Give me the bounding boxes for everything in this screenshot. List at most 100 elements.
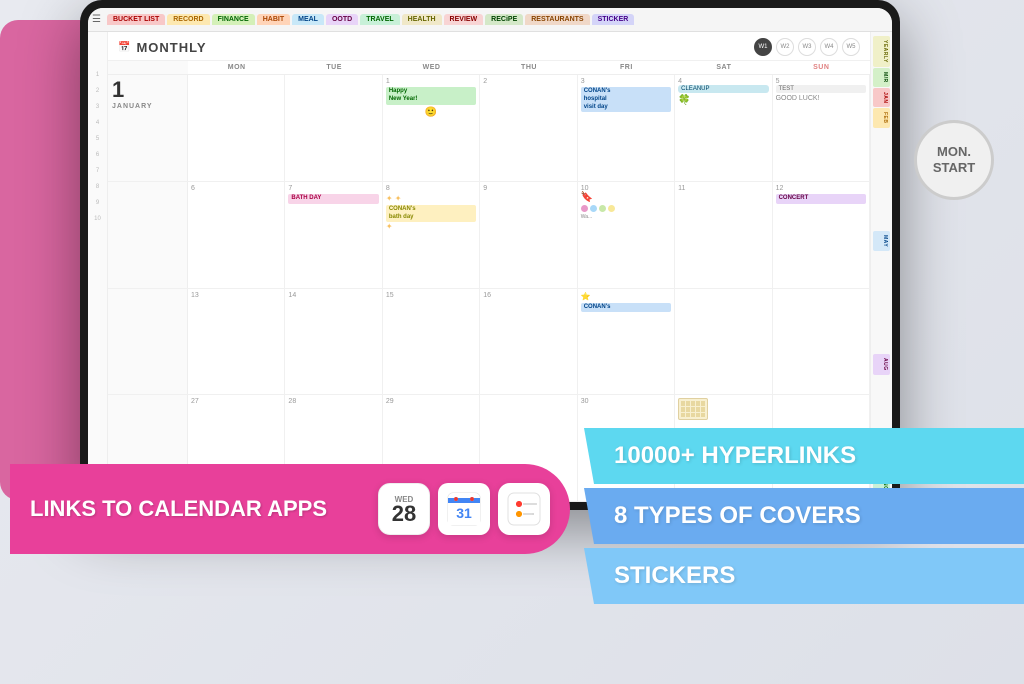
cell-fri-w1: 3 CONAN'shospitalvisit day (578, 75, 675, 181)
pink-banner-text: LINKS TO CALENDAR APPS (30, 497, 327, 521)
gs1 (681, 401, 685, 406)
gs4 (696, 401, 700, 406)
conan-event2: CONAN's (581, 303, 671, 313)
mon-start-badge: MON.START (914, 120, 994, 200)
week-badge-w1: W1 (754, 38, 772, 56)
sidebar-tab-may[interactable]: MAY (873, 231, 890, 251)
week-1-label: 1 JANUARY (108, 75, 188, 181)
cell-date: 5 (776, 78, 866, 85)
wa-text: Wa... (581, 214, 671, 220)
google-calendar-icon: 31 (438, 483, 490, 535)
good-luck-text: GOOD LUCK! (776, 95, 866, 102)
tab-bar: ☰ BUCKET LIST RECORD FINANCE HABIT MEAL … (88, 8, 892, 32)
cell-thu-w3: 16 (480, 289, 577, 395)
gs9 (696, 407, 700, 412)
tab-habit[interactable]: HABIT (257, 14, 290, 25)
week-2-row: 6 7 BATH DAY 8 ✦ ✦ CONAN'sbath day ✦ (108, 182, 870, 289)
cell-sun-w3 (773, 289, 870, 395)
gs2 (686, 401, 690, 406)
cell-wed-w2: 8 ✦ ✦ CONAN'sbath day ✦ (383, 182, 480, 288)
cell-date: 14 (288, 292, 378, 299)
smiley-sticker: 🙂 (386, 107, 476, 118)
day-sun: SUN (773, 61, 870, 74)
mon-start-text: MON.START (933, 144, 975, 175)
gcal-svg: 31 (446, 491, 482, 527)
cell-sat-w3 (675, 289, 772, 395)
dot-pink (581, 205, 588, 212)
day-mon: MON (188, 61, 285, 74)
cleanup-badge: CLEANUP (678, 85, 768, 93)
day-tue: TUE (285, 61, 382, 74)
cell-date: 1 (386, 78, 476, 85)
cell-thu-w2: 9 (480, 182, 577, 288)
week-badge-w4: W4 (820, 38, 838, 56)
tab-travel[interactable]: TRAVEL (360, 14, 399, 25)
gs14 (696, 413, 700, 418)
sidebar-tab-yearly[interactable]: YEARLY (873, 36, 890, 67)
cell-sun-w1: 5 TEST GOOD LUCK! (773, 75, 870, 181)
row-2: 2 (96, 88, 99, 94)
sidebar-tab-jan[interactable]: JAN (873, 88, 890, 108)
dots-row (581, 205, 671, 212)
gs3 (691, 401, 695, 406)
feature-banner-stickers: STICKERS (584, 548, 1024, 604)
gs15 (701, 413, 705, 418)
cell-date: 28 (288, 398, 378, 405)
week-2-label (108, 182, 188, 288)
week-3-label (108, 289, 188, 395)
calendar-icon: 📅 (118, 42, 130, 53)
clover-sticker: 🍀 (678, 95, 768, 106)
big-day-num: 1 (112, 79, 183, 101)
sidebar-tab-aug[interactable]: AUG (873, 354, 890, 375)
conan-bath: CONAN'sbath day (386, 205, 476, 223)
week-badge-w3: W3 (798, 38, 816, 56)
tab-recipe[interactable]: RECiPE (485, 14, 523, 25)
cell-sun-w2: 12 CONCERT (773, 182, 870, 288)
tab-finance[interactable]: FINANCE (212, 14, 255, 25)
tab-bucket[interactable]: BUCKET LIST (107, 14, 165, 25)
cell-date: 30 (581, 398, 671, 405)
dot-yellow (608, 205, 615, 212)
grid-sticker-cell (678, 398, 708, 420)
tab-review[interactable]: REVIEW (444, 14, 484, 25)
gs10 (701, 407, 705, 412)
row-7: 7 (96, 168, 99, 174)
pink-banner: LINKS TO CALENDAR APPS WED 28 31 (10, 464, 570, 554)
tab-record[interactable]: RECORD (167, 14, 209, 25)
cell-date: 9 (483, 185, 573, 192)
day-header-empty (108, 61, 188, 74)
sidebar-spacer2 (873, 252, 890, 353)
cell-date: 8 (386, 185, 476, 192)
tab-sticker[interactable]: STICKER (592, 14, 635, 25)
tab-health[interactable]: HEALTH (402, 14, 442, 25)
gs8 (691, 407, 695, 412)
cell-tue-w3: 14 (285, 289, 382, 395)
cell-date: 13 (191, 292, 281, 299)
star-fri: ⭐ (581, 292, 671, 301)
row-5: 5 (96, 136, 99, 142)
sidebar-tab-feb[interactable]: FEB (873, 108, 890, 128)
cell-mon-w2: 6 (188, 182, 285, 288)
tab-ootd[interactable]: OOTD (326, 14, 358, 25)
cell-wed-w3: 15 (383, 289, 480, 395)
tab-restaurants[interactable]: RESTAURANTS (525, 14, 589, 25)
cell-date: 6 (191, 185, 281, 192)
test-badge: TEST (776, 85, 866, 93)
cell-date: 2 (483, 78, 573, 85)
tab-meal[interactable]: MEAL (292, 14, 324, 25)
bookmark-icon: 🔖 (581, 192, 671, 203)
month-name: JANUARY (112, 103, 183, 110)
cell-wed-w1: 1 HappyNew Year! 🙂 (383, 75, 480, 181)
newyear-event: HappyNew Year! (386, 87, 476, 105)
feature-banner-covers: 8 TYPES OF COVERS (584, 488, 1024, 544)
day-wed: WED (383, 61, 480, 74)
plain-calendar-icon: WED 28 (378, 483, 430, 535)
sidebar-tab-mr[interactable]: M/R (873, 68, 890, 87)
cal-left-sidebar: 1 2 3 4 5 6 7 8 9 10 (88, 32, 108, 502)
cell-fri-w2: 10 🔖 Wa... (578, 182, 675, 288)
cell-thu-w1: 2 (480, 75, 577, 181)
cell-date: 27 (191, 398, 281, 405)
gs5 (701, 401, 705, 406)
week-badge-w5: W5 (842, 38, 860, 56)
row-4: 4 (96, 120, 99, 126)
